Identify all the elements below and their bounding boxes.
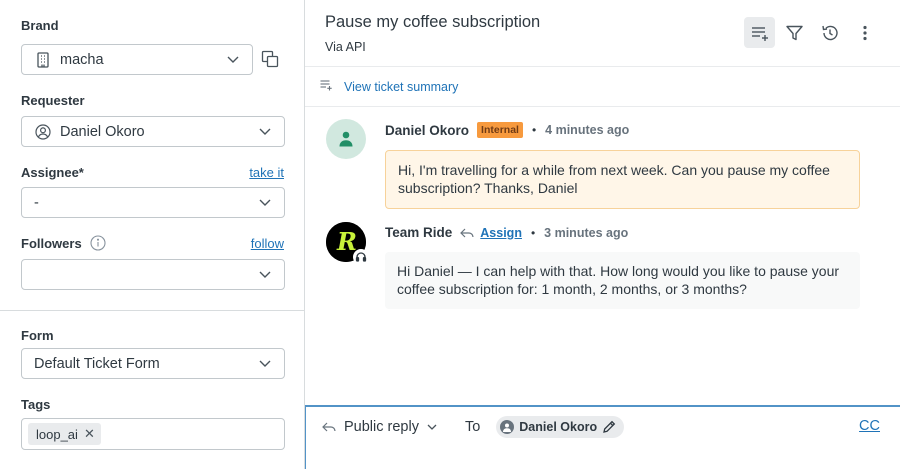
message-time: 4 minutes ago bbox=[545, 123, 630, 137]
brand-select[interactable]: macha bbox=[21, 44, 253, 75]
more-options-button[interactable] bbox=[849, 17, 880, 48]
cc-link[interactable]: CC bbox=[859, 418, 880, 434]
ticket-title: Pause my coffee subscription bbox=[325, 13, 541, 31]
chevron-down-icon bbox=[427, 424, 437, 430]
brand-label: Brand bbox=[21, 18, 59, 33]
tags-input[interactable]: loop_ai ✕ bbox=[21, 418, 285, 450]
summary-divider bbox=[305, 106, 900, 107]
reply-arrow-icon bbox=[322, 422, 336, 432]
ticket-conversation: Pause my coffee subscription Via API Vie… bbox=[305, 0, 900, 469]
internal-message-body: Hi, I'm travelling for a while from next… bbox=[385, 150, 860, 209]
summary-toggle-button[interactable] bbox=[744, 17, 775, 48]
tag-chip: loop_ai ✕ bbox=[28, 423, 101, 445]
reply-header: Public reply To Daniel Okoro bbox=[322, 416, 625, 438]
summary-list-icon bbox=[320, 79, 332, 94]
reply-composer[interactable]: Public reply To Daniel Okoro CC bbox=[305, 405, 900, 469]
chevron-down-icon bbox=[258, 196, 272, 210]
message-time: 3 minutes ago bbox=[544, 225, 629, 240]
view-summary-link[interactable]: View ticket summary bbox=[320, 79, 458, 94]
chevron-down-icon bbox=[258, 268, 272, 282]
history-button[interactable] bbox=[814, 17, 845, 48]
user-icon bbox=[339, 131, 353, 147]
assign-link[interactable]: Assign bbox=[460, 226, 522, 240]
reply-type-dropdown[interactable]: Public reply bbox=[322, 419, 437, 435]
agent-headset-icon bbox=[353, 249, 369, 265]
tags-label: Tags bbox=[21, 397, 51, 412]
brand-value: macha bbox=[60, 51, 104, 68]
separator-dot: • bbox=[530, 225, 536, 240]
followers-label-text: Followers bbox=[21, 235, 82, 251]
to-label: To bbox=[464, 419, 481, 435]
remove-tag-icon[interactable]: ✕ bbox=[84, 426, 95, 442]
requester-label: Requester bbox=[21, 93, 85, 108]
ticket-channel: Via API bbox=[325, 40, 366, 54]
sidebar-divider bbox=[0, 310, 305, 311]
assignee-select[interactable]: - bbox=[21, 187, 285, 218]
requester-select[interactable]: Daniel Okoro bbox=[21, 116, 285, 147]
recipient-chip[interactable]: Daniel Okoro bbox=[496, 416, 625, 438]
user-avatar-icon bbox=[500, 420, 515, 434]
header-divider bbox=[305, 66, 900, 67]
message-header: Daniel Okoro Internal • 4 minutes ago bbox=[385, 122, 629, 138]
avatar: R bbox=[326, 222, 369, 265]
chevron-down-icon bbox=[258, 357, 272, 371]
followers-label: Followers bbox=[21, 235, 106, 251]
chevron-down-icon bbox=[258, 125, 272, 139]
filter-icon bbox=[786, 25, 803, 40]
follow-link[interactable]: follow bbox=[251, 236, 284, 251]
assignee-value: - bbox=[34, 194, 39, 211]
more-vertical-icon bbox=[862, 25, 867, 40]
form-select[interactable]: Default Ticket Form bbox=[21, 348, 285, 379]
message-author[interactable]: Daniel Okoro bbox=[385, 123, 469, 138]
followers-select[interactable] bbox=[21, 259, 285, 290]
chevron-down-icon bbox=[226, 53, 240, 67]
requester-value: Daniel Okoro bbox=[60, 123, 145, 140]
avatar bbox=[326, 119, 366, 159]
info-icon[interactable] bbox=[90, 235, 106, 251]
form-value: Default Ticket Form bbox=[34, 355, 160, 372]
summary-link-text: View ticket summary bbox=[344, 79, 459, 94]
message-author[interactable]: Team Ride bbox=[385, 225, 452, 240]
internal-badge: Internal bbox=[477, 122, 523, 138]
user-circle-icon bbox=[34, 123, 52, 141]
message-header: Team Ride Assign • 3 minutes ago bbox=[385, 225, 628, 240]
list-add-icon bbox=[751, 26, 768, 41]
assignee-label: Assignee* bbox=[21, 165, 84, 180]
public-message-body: Hi Daniel — I can help with that. How lo… bbox=[385, 252, 860, 309]
history-icon bbox=[821, 25, 838, 40]
reply-arrow-icon bbox=[460, 228, 474, 237]
reply-type-label: Public reply bbox=[344, 419, 419, 435]
assign-link-text: Assign bbox=[480, 225, 522, 240]
copy-icon[interactable] bbox=[259, 48, 281, 70]
separator-dot: • bbox=[531, 123, 537, 137]
conversation-toolbar bbox=[744, 17, 880, 48]
building-icon bbox=[34, 51, 52, 69]
ticket-properties-sidebar: Brand macha Requester Daniel Okoro Assig… bbox=[0, 0, 305, 469]
pencil-icon bbox=[603, 420, 616, 433]
form-label: Form bbox=[21, 328, 54, 343]
tag-label: loop_ai bbox=[36, 426, 78, 442]
recipient-name: Daniel Okoro bbox=[519, 420, 598, 434]
filter-button[interactable] bbox=[779, 17, 810, 48]
take-it-link[interactable]: take it bbox=[249, 165, 284, 180]
